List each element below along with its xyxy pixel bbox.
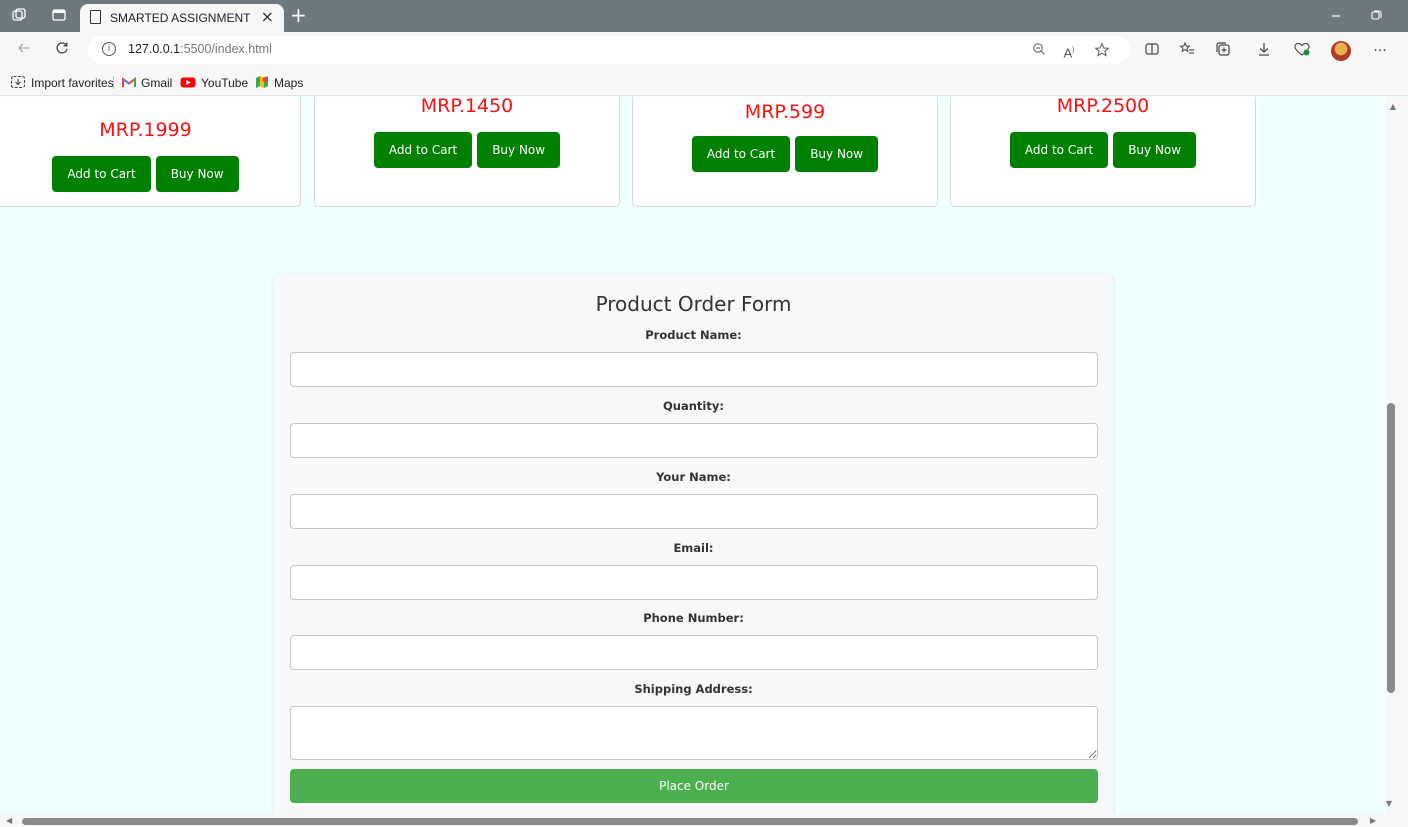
product-price: MRP.1999 <box>99 119 192 141</box>
quantity-input[interactable] <box>290 423 1098 458</box>
buy-now-button[interactable]: Buy Now <box>795 136 879 172</box>
quantity-label: Quantity: <box>663 399 724 413</box>
collections-icon[interactable] <box>1213 41 1233 61</box>
email-input[interactable] <box>290 565 1098 600</box>
maps-link[interactable]: Maps <box>255 75 303 91</box>
place-order-button[interactable]: Place Order <box>290 769 1098 803</box>
phone-number-label: Phone Number: <box>643 611 744 625</box>
profile-avatar[interactable] <box>1331 41 1351 61</box>
buy-now-button[interactable]: Buy Now <box>155 156 239 192</box>
product-card: MRP.1450 Add to Cart Buy Now <box>314 97 620 207</box>
page-viewport: MRP.1999 Add to Cart Buy Now MRP.1450 Ad… <box>0 97 1386 814</box>
vertical-scrollbar-thumb[interactable] <box>1387 403 1395 693</box>
product-price: MRP.599 <box>744 101 826 123</box>
scroll-up-arrow-icon[interactable]: ▲ <box>1386 102 1400 111</box>
url-host: 127.0.0.1 <box>128 42 181 56</box>
more-options-icon[interactable]: ··· <box>1370 41 1390 61</box>
youtube-icon <box>180 76 196 92</box>
favorites-bar: Import favorites Gmail YouTube Maps <box>0 68 1408 96</box>
import-favorites-link[interactable]: Import favorites <box>10 75 114 91</box>
product-card: MRP.2500 Add to Cart Buy Now <box>950 97 1256 207</box>
url-text[interactable]: 127.0.0.1:5500/index.html <box>128 42 272 56</box>
maps-label: Maps <box>274 76 304 91</box>
import-favorites-label: Import favorites <box>31 76 114 91</box>
scroll-right-arrow-icon[interactable]: ▶ <box>1370 814 1376 827</box>
add-to-cart-button[interactable]: Add to Cart <box>373 132 473 168</box>
address-bar-row: i 127.0.0.1:5500/index.html A) ··· <box>0 32 1408 68</box>
gmail-label: Gmail <box>141 76 173 90</box>
browser-essentials-icon[interactable] <box>1292 41 1312 61</box>
tab-actions-icon[interactable] <box>50 7 68 25</box>
refresh-icon[interactable] <box>52 40 72 60</box>
your-name-label: Your Name: <box>656 470 731 484</box>
form-title: Product Order Form <box>595 292 792 316</box>
url-path: :5500/index.html <box>180 42 272 56</box>
gmail-icon <box>122 76 136 92</box>
youtube-label: YouTube <box>201 76 249 90</box>
zoom-icon[interactable] <box>1030 42 1048 60</box>
tab-title: SMARTED ASSIGNMENT <box>110 11 251 25</box>
email-label: Email: <box>673 541 714 555</box>
browser-title-bar: SMARTED ASSIGNMENT × + <box>0 0 1408 32</box>
youtube-link[interactable]: YouTube <box>180 75 248 91</box>
buy-now-button[interactable]: Buy Now <box>477 132 561 168</box>
product-actions: Add to Cart Buy Now <box>633 136 937 172</box>
buy-now-button[interactable]: Buy Now <box>1113 132 1197 168</box>
import-icon <box>10 75 26 93</box>
read-aloud-icon[interactable]: A) <box>1060 42 1078 60</box>
downloads-icon[interactable] <box>1254 41 1274 61</box>
minimize-icon[interactable] <box>1330 7 1342 28</box>
page-icon <box>90 10 101 24</box>
product-name-input[interactable] <box>290 352 1098 387</box>
tab-close-icon[interactable]: × <box>261 8 274 26</box>
split-screen-icon[interactable] <box>1142 41 1162 61</box>
product-name-label: Product Name: <box>645 328 742 342</box>
favorites-list-icon[interactable] <box>1177 41 1197 61</box>
add-to-cart-button[interactable]: Add to Cart <box>52 156 151 192</box>
product-actions: Add to Cart Buy Now <box>0 156 300 192</box>
product-price: MRP.1450 <box>420 97 514 117</box>
product-actions: Add to Cart Buy Now <box>315 132 619 168</box>
favorite-star-icon[interactable] <box>1093 42 1111 60</box>
add-to-cart-button[interactable]: Add to Cart <box>691 136 791 172</box>
product-card: MRP.1999 Add to Cart Buy Now <box>0 97 301 207</box>
horizontal-scrollbar-thumb[interactable] <box>22 818 1358 825</box>
tab-active[interactable]: SMARTED ASSIGNMENT × <box>80 4 284 32</box>
url-bar[interactable]: i 127.0.0.1:5500/index.html A) <box>88 36 1130 64</box>
gmail-link[interactable]: Gmail <box>122 75 172 91</box>
product-card: MRP.599 Add to Cart Buy Now <box>632 97 938 207</box>
order-form: Product Order Form Product Name: Quantit… <box>274 273 1113 814</box>
maps-icon <box>255 75 269 93</box>
product-price: MRP.2500 <box>1056 97 1150 117</box>
shipping-address-label: Shipping Address: <box>634 682 753 696</box>
site-info-icon[interactable]: i <box>102 42 116 56</box>
phone-number-input[interactable] <box>290 635 1098 670</box>
favorites-divider <box>113 76 114 89</box>
workspaces-icon[interactable] <box>10 7 28 25</box>
scroll-left-arrow-icon[interactable]: ◀ <box>6 814 12 827</box>
your-name-input[interactable] <box>290 494 1098 529</box>
new-tab-button[interactable]: + <box>290 5 307 25</box>
restore-icon[interactable] <box>1370 7 1382 28</box>
shipping-address-textarea[interactable] <box>290 706 1098 760</box>
add-to-cart-button[interactable]: Add to Cart <box>1009 132 1109 168</box>
scroll-down-arrow-icon[interactable]: ▼ <box>1382 799 1396 808</box>
product-actions: Add to Cart Buy Now <box>951 132 1255 168</box>
back-arrow-icon[interactable] <box>14 40 34 60</box>
